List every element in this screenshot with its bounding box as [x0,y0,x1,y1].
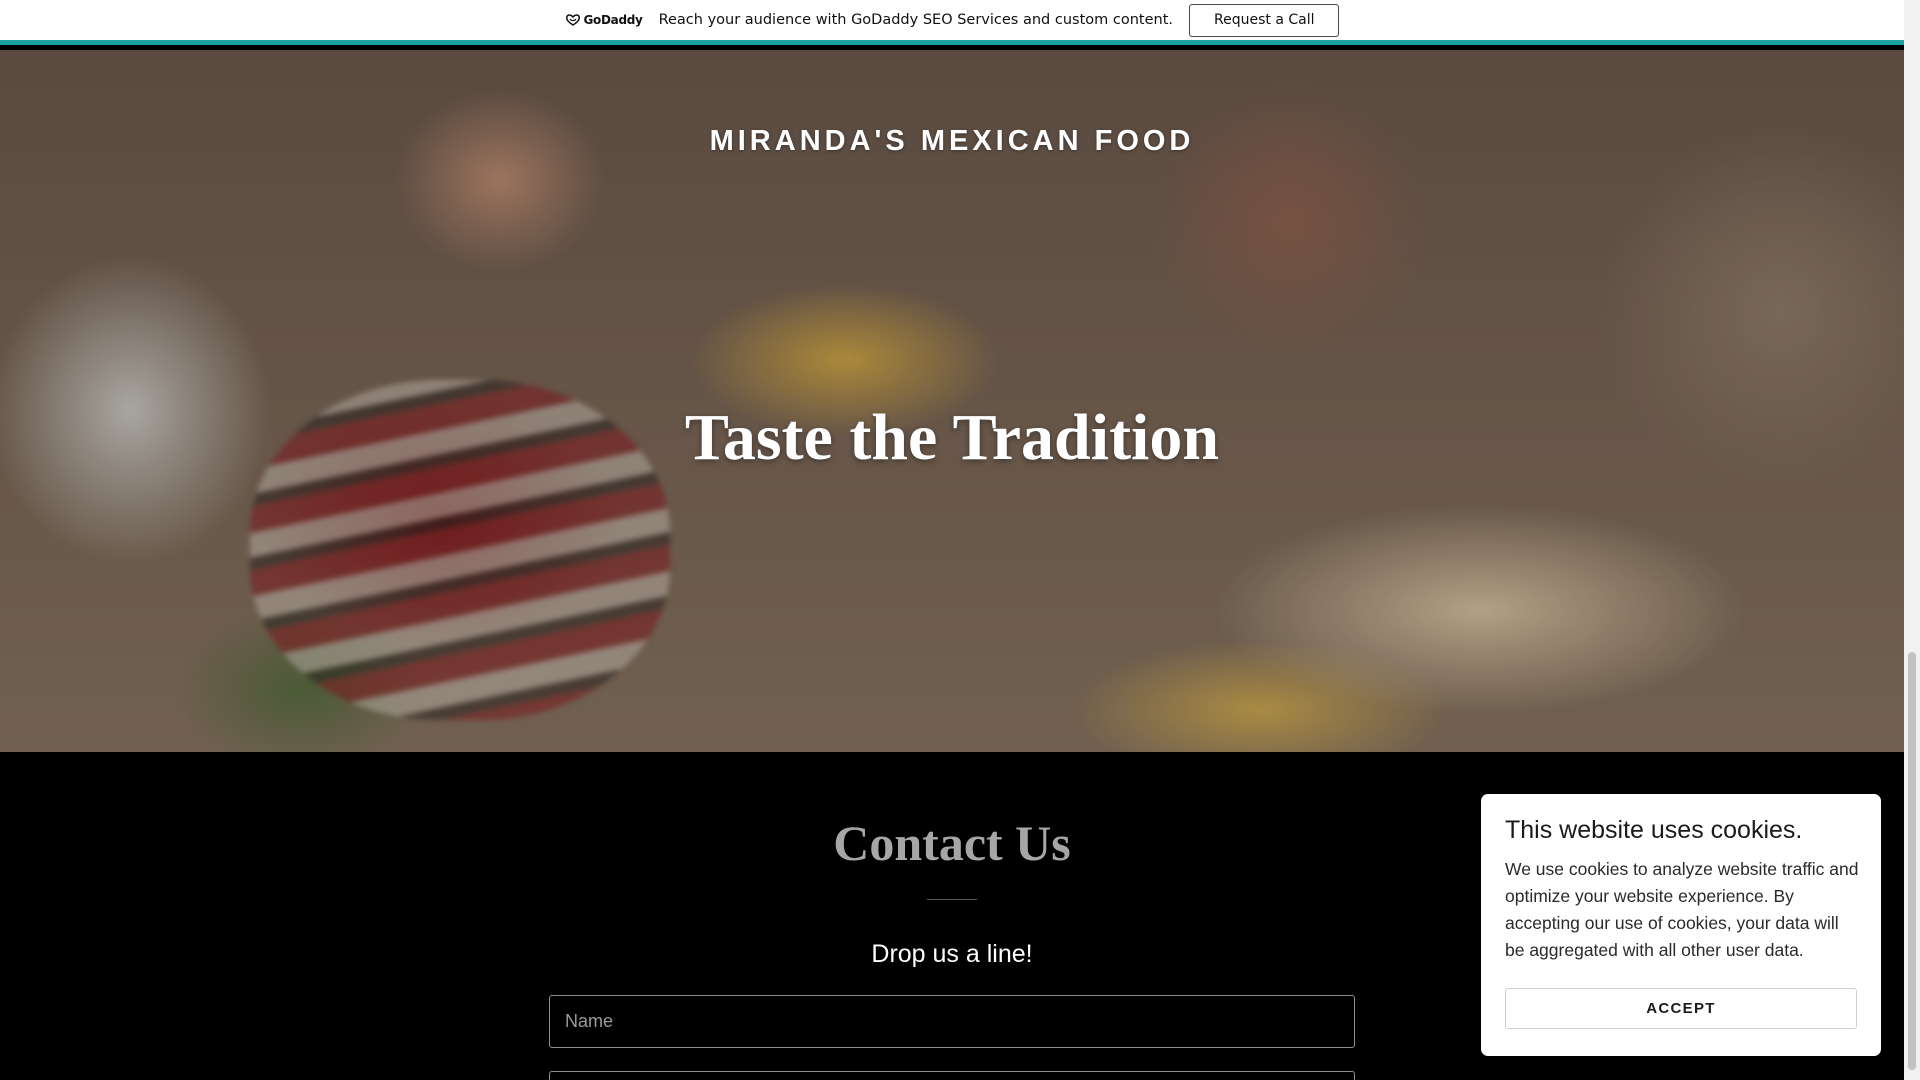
page-scrollbar[interactable] [1904,0,1920,1080]
hero-section: MIRANDA'S MEXICAN FOOD Taste the Traditi… [0,50,1904,752]
accept-cookies-button[interactable]: ACCEPT [1505,988,1857,1029]
godaddy-logo-icon [565,14,580,26]
heading-divider [927,899,977,900]
hero-headline: Taste the Tradition [684,401,1220,474]
godaddy-logo-text: GoDaddy [583,13,643,27]
cookie-body: We use cookies to analyze website traffi… [1505,859,1859,960]
email-field[interactable] [549,1071,1355,1080]
cookie-banner: This website uses cookies. We use cookie… [1481,794,1881,1056]
godaddy-logo[interactable]: GoDaddy [565,13,643,27]
site-title[interactable]: MIRANDA'S MEXICAN FOOD [0,125,1904,158]
cookie-title: This website uses cookies. [1505,816,1803,844]
promo-message: Reach your audience with GoDaddy SEO Ser… [658,12,1173,28]
name-field[interactable] [549,995,1355,1048]
request-call-button[interactable]: Request a Call [1189,3,1340,37]
promo-bar: GoDaddy Reach your audience with GoDaddy… [0,0,1904,45]
scrollbar-thumb[interactable] [1908,652,1916,1070]
